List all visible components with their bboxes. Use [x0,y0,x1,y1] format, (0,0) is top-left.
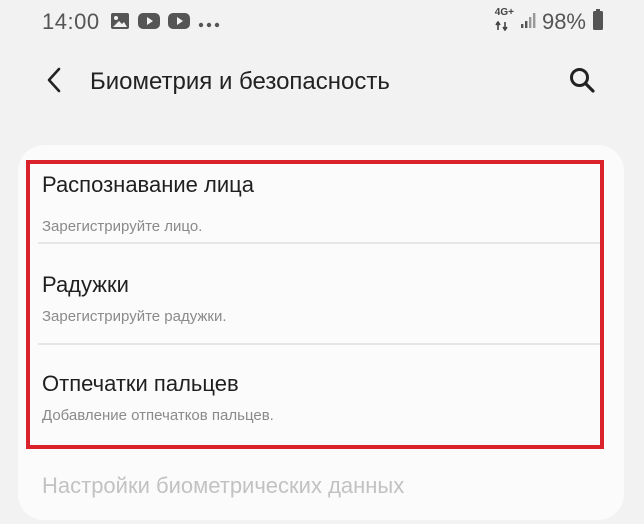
app-bar: Биометрия и безопасность [0,44,644,120]
search-icon [568,66,596,99]
network-indicator: 4G+ [495,8,514,36]
item-subtitle: Зарегистрируйте лицо. [42,218,203,235]
battery-percent: 98% [541,9,586,34]
biometric-settings-item[interactable]: Настройки биометрических данных [42,473,404,499]
item-subtitle: Добавление отпечатков пальцев. [42,407,274,424]
settings-card: Распознавание лица Зарегистрируйте лицо.… [18,145,624,520]
item-title: Распознавание лица [42,172,254,197]
gallery-icon [110,12,130,35]
list-item-fingerprints[interactable]: Отпечатки пальцев Добавление отпечатков … [18,351,624,449]
network-type: 4G+ [494,7,514,18]
divider [38,445,604,447]
status-bar: 14:00 4G+ 98% [0,0,644,44]
back-button[interactable] [36,64,72,100]
youtube-icon [168,13,190,34]
divider [38,343,604,345]
data-arrows-icon [495,18,509,35]
back-arrow-icon [45,67,63,98]
battery-icon [592,8,604,36]
item-subtitle: Зарегистрируйте радужки. [42,308,227,325]
list-item-iris[interactable]: Радужки Зарегистрируйте радужки. [18,250,624,348]
more-dots-icon [198,15,220,33]
item-title: Радужки [42,272,129,297]
status-time: 14:00 [42,9,100,34]
search-button[interactable] [562,64,602,100]
notification-icons [110,12,220,35]
page-title: Биометрия и безопасность [90,68,390,95]
item-title: Отпечатки пальцев [42,371,239,396]
youtube-icon [138,13,160,34]
divider [38,242,604,244]
system-icons: 4G+ 98% [495,8,604,36]
signal-icon [520,11,536,34]
